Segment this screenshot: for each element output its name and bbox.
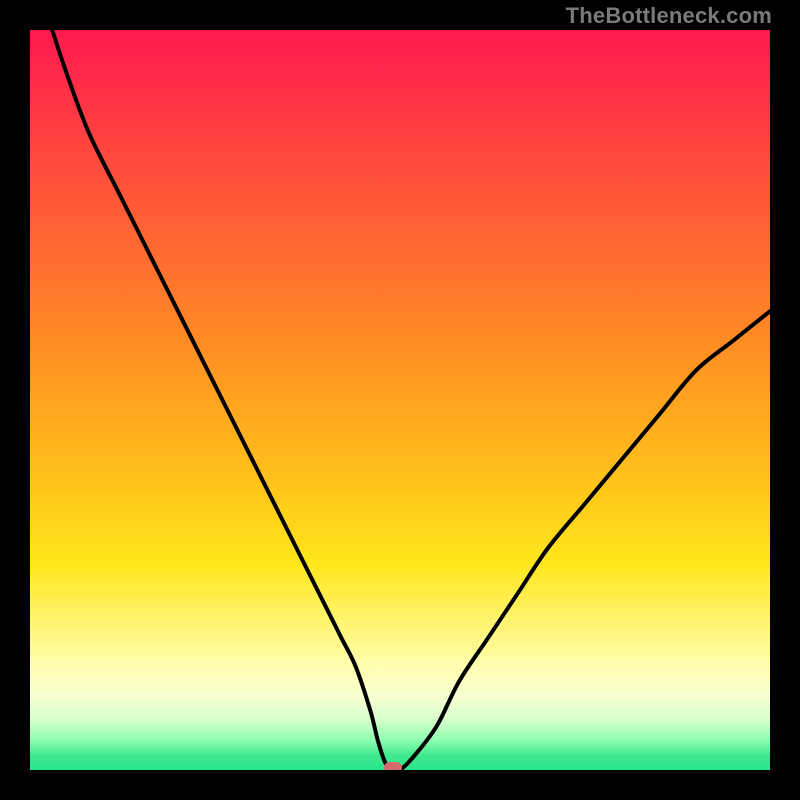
optimal-point-marker bbox=[384, 762, 402, 770]
plot-area bbox=[30, 30, 770, 770]
chart-frame: TheBottleneck.com bbox=[0, 0, 800, 800]
watermark-text: TheBottleneck.com bbox=[566, 3, 772, 29]
bottleneck-curve bbox=[30, 30, 770, 770]
